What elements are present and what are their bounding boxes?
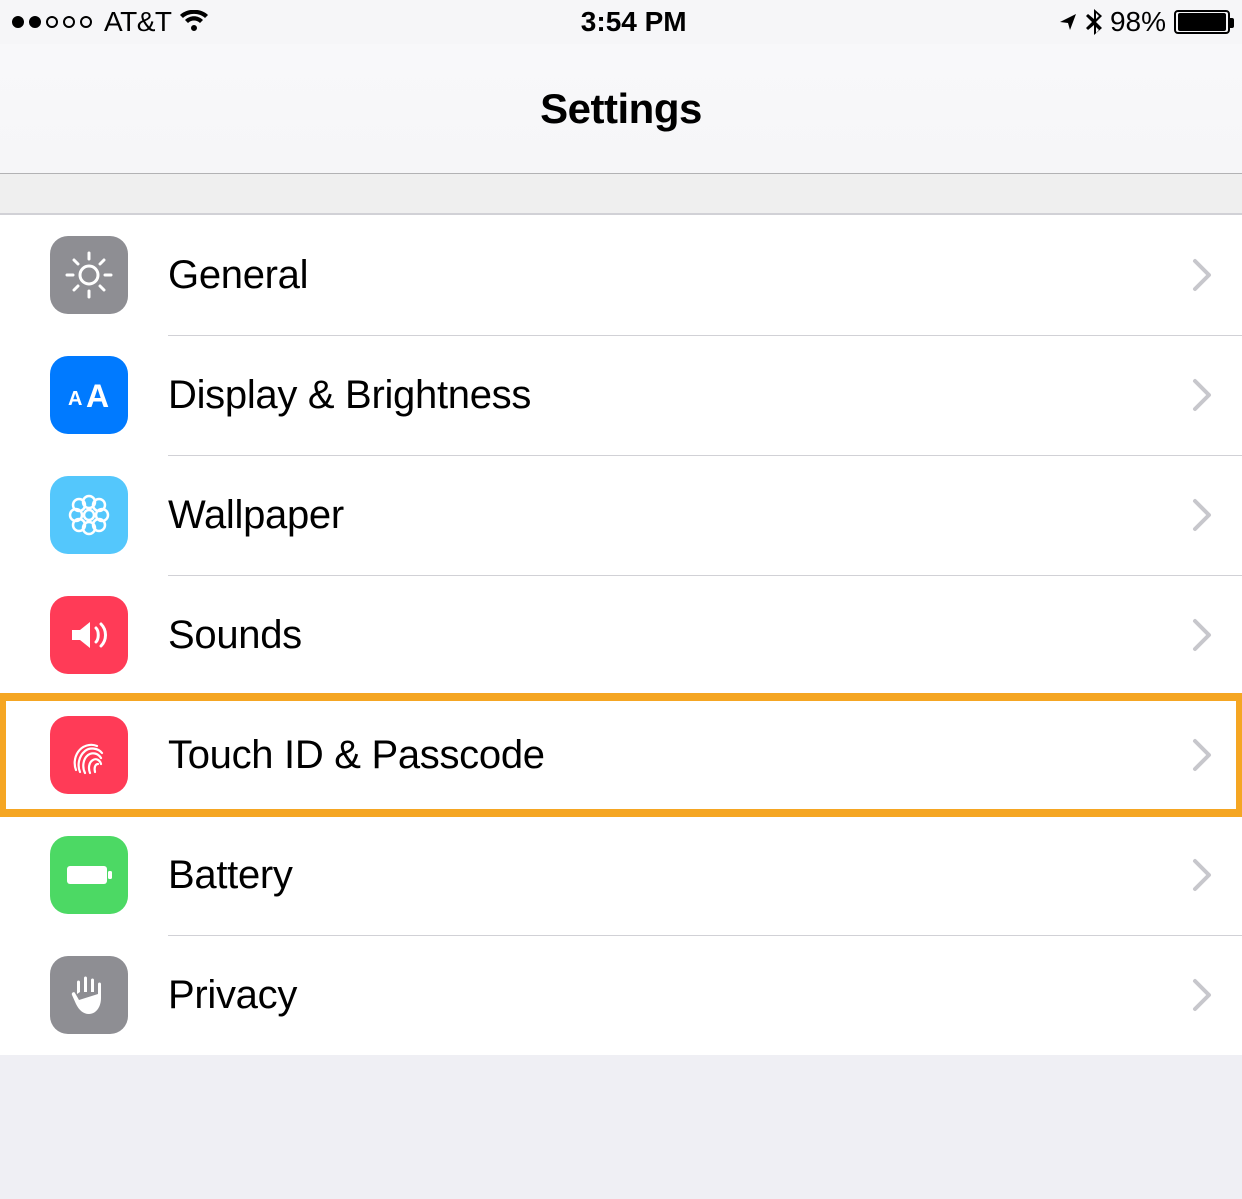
chevron-right-icon	[1192, 618, 1212, 652]
battery-tile-icon	[50, 836, 128, 914]
wifi-icon	[179, 10, 209, 34]
row-touch-id-passcode[interactable]: Touch ID & Passcode	[0, 695, 1242, 815]
hand-icon	[50, 956, 128, 1034]
nav-bar: Settings	[0, 44, 1242, 174]
row-sounds[interactable]: Sounds	[0, 575, 1242, 695]
battery-icon	[1174, 10, 1230, 34]
bluetooth-icon	[1086, 9, 1102, 35]
settings-list: General AA Display & Brightness Wallpape…	[0, 214, 1242, 1055]
speaker-icon	[50, 596, 128, 674]
row-label: Display & Brightness	[168, 373, 1192, 418]
fingerprint-icon	[50, 716, 128, 794]
row-wallpaper[interactable]: Wallpaper	[0, 455, 1242, 575]
row-label: Battery	[168, 853, 1192, 898]
status-right: 98%	[1058, 6, 1230, 38]
row-label: Privacy	[168, 973, 1192, 1018]
svg-text:A: A	[86, 378, 109, 414]
status-bar: AT&T 3:54 PM 98%	[0, 0, 1242, 44]
svg-text:A: A	[68, 388, 82, 410]
battery-percent: 98%	[1110, 6, 1166, 38]
row-label: Sounds	[168, 613, 1192, 658]
gear-icon	[50, 236, 128, 314]
row-label: Wallpaper	[168, 493, 1192, 538]
section-spacer	[0, 174, 1242, 214]
chevron-right-icon	[1192, 858, 1212, 892]
text-size-icon: AA	[50, 356, 128, 434]
chevron-right-icon	[1192, 258, 1212, 292]
chevron-right-icon	[1192, 498, 1212, 532]
row-privacy[interactable]: Privacy	[0, 935, 1242, 1055]
page-title: Settings	[540, 85, 702, 133]
signal-strength-icon	[12, 16, 92, 28]
carrier-label: AT&T	[104, 6, 171, 38]
row-battery[interactable]: Battery	[0, 815, 1242, 935]
row-general[interactable]: General	[0, 215, 1242, 335]
flower-icon	[50, 476, 128, 554]
chevron-right-icon	[1192, 378, 1212, 412]
status-left: AT&T	[12, 6, 209, 38]
row-display-brightness[interactable]: AA Display & Brightness	[0, 335, 1242, 455]
status-time: 3:54 PM	[581, 6, 687, 38]
row-label: Touch ID & Passcode	[168, 733, 1192, 778]
chevron-right-icon	[1192, 978, 1212, 1012]
location-icon	[1058, 12, 1078, 32]
chevron-right-icon	[1192, 738, 1212, 772]
row-label: General	[168, 253, 1192, 298]
